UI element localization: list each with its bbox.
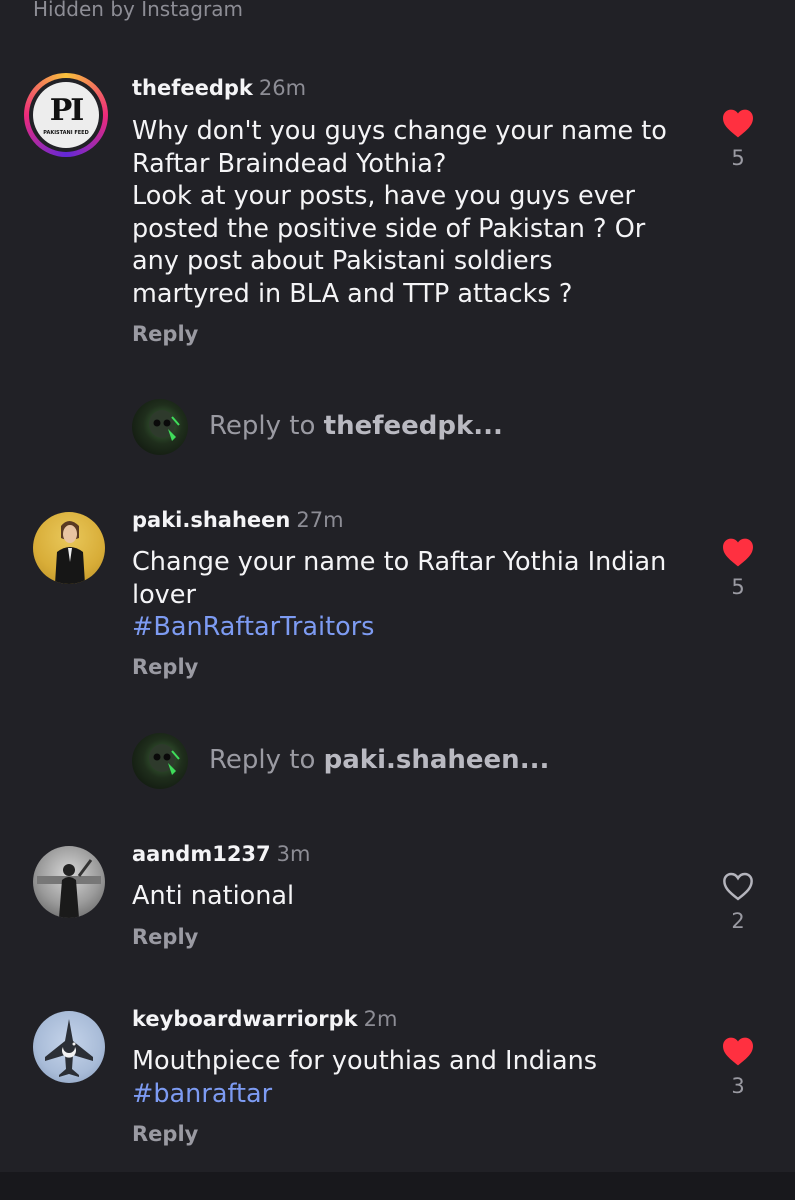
reply-button[interactable]: Reply <box>132 322 198 346</box>
avatar-logo-text: PI <box>49 93 85 128</box>
like-button[interactable]: 2 <box>720 871 756 933</box>
comment-text: Change your name to Raftar Yothia Indian… <box>132 546 702 644</box>
avatar-person-icon <box>37 859 101 918</box>
comment-text: Why don't you guys change your name to R… <box>132 116 667 309</box>
avatar-jet-icon <box>45 1019 93 1077</box>
comment-time: 26m <box>258 76 307 100</box>
comment-username[interactable]: thefeedpk 26m <box>132 76 306 100</box>
avatar[interactable] <box>33 512 105 584</box>
heart-outline-icon <box>723 872 753 901</box>
reply-to-prompt[interactable]: Reply to paki.shaheen... <box>209 745 549 775</box>
avatar[interactable] <box>33 846 105 918</box>
avatar[interactable] <box>33 1011 105 1083</box>
like-button[interactable]: 3 <box>720 1036 756 1098</box>
comment-time: 3m <box>276 842 311 866</box>
comment-text: Mouthpiece for youthias and Indians #ban… <box>132 1045 702 1110</box>
like-button[interactable]: 5 <box>720 537 756 599</box>
my-avatar <box>132 733 188 789</box>
hashtag-link[interactable]: #BanRaftarTraitors <box>132 611 702 644</box>
like-count: 3 <box>731 1074 745 1098</box>
reply-button[interactable]: Reply <box>132 655 198 679</box>
comment-time: 27m <box>296 508 344 532</box>
bottom-edge-bar <box>0 1172 795 1200</box>
avatar-logo-subtext: PAKISTANI FEED <box>43 130 89 136</box>
comment-username[interactable]: keyboardwarriorpk 2m <box>132 1007 397 1031</box>
avatar[interactable]: PI PAKISTANI FEED <box>24 73 108 157</box>
my-avatar <box>132 399 188 455</box>
reply-button[interactable]: Reply <box>132 925 198 949</box>
heart-filled-icon <box>723 1037 753 1066</box>
avatar-skull-icon <box>149 744 180 775</box>
comment-text: Anti national <box>132 881 295 911</box>
reply-to-prompt[interactable]: Reply to thefeedpk... <box>209 411 503 441</box>
hidden-by-instagram-label: Hidden by Instagram <box>33 0 243 21</box>
hashtag-link[interactable]: #banraftar <box>132 1078 702 1111</box>
like-count: 5 <box>731 146 745 170</box>
heart-filled-icon <box>723 109 753 138</box>
comment-username[interactable]: aandm1237 3m <box>132 842 310 866</box>
avatar-skull-icon <box>149 410 180 441</box>
comment-username[interactable]: paki.shaheen 27m <box>132 508 344 532</box>
comment-time: 2m <box>363 1007 398 1031</box>
like-count: 5 <box>731 575 745 599</box>
avatar-person-icon <box>55 521 85 584</box>
reply-button[interactable]: Reply <box>132 1122 198 1146</box>
heart-filled-icon <box>723 538 753 567</box>
like-button[interactable]: 5 <box>720 108 756 170</box>
like-count: 2 <box>731 909 745 933</box>
